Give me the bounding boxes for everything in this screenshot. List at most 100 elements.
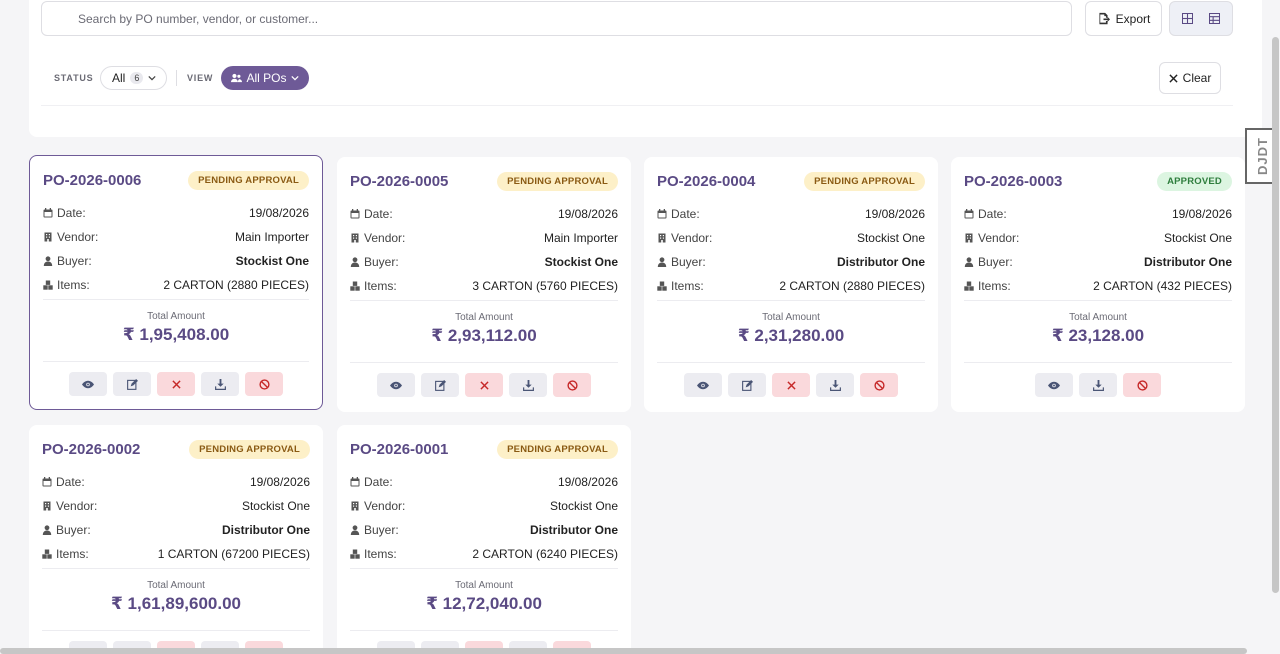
- export-button[interactable]: Export: [1085, 1, 1162, 36]
- buyer-value: Distributor One: [836, 255, 925, 269]
- card-actions: [964, 362, 1232, 397]
- search-input[interactable]: [42, 2, 1071, 35]
- po-card[interactable]: PO-2026-0001 PENDING APPROVAL Date: 19/0…: [337, 425, 631, 654]
- boxes-icon: [350, 549, 360, 559]
- po-card[interactable]: PO-2026-0005 PENDING APPROVAL Date: 19/0…: [337, 157, 631, 412]
- close-icon: [1169, 73, 1178, 83]
- po-items-row: Items: 2 CARTON (432 PIECES): [964, 274, 1232, 298]
- clear-filters-button[interactable]: Clear: [1159, 62, 1221, 94]
- items-label: Items:: [57, 278, 90, 292]
- po-details: Date: 19/08/2026 Vendor: Stockist One Bu…: [350, 470, 618, 566]
- po-number[interactable]: PO-2026-0005: [350, 173, 448, 190]
- vertical-scrollbar[interactable]: [1272, 37, 1279, 593]
- view-button[interactable]: [1035, 373, 1073, 397]
- po-number[interactable]: PO-2026-0004: [657, 173, 755, 190]
- calendar-icon: [964, 209, 974, 219]
- search-box[interactable]: [41, 1, 1072, 36]
- po-number[interactable]: PO-2026-0001: [350, 441, 448, 458]
- po-card[interactable]: PO-2026-0002 PENDING APPROVAL Date: 19/0…: [29, 425, 323, 654]
- building-icon: [657, 233, 667, 243]
- eye-icon: [1048, 381, 1060, 390]
- edit-button[interactable]: [113, 372, 151, 396]
- total-section: Total Amount ₹ 2,93,112.00: [350, 300, 618, 346]
- boxes-icon: [964, 281, 974, 291]
- date-value: 19/08/2026: [249, 475, 310, 489]
- reject-button[interactable]: [157, 372, 195, 396]
- date-value: 19/08/2026: [557, 475, 618, 489]
- building-icon: [964, 233, 974, 243]
- users-icon: [231, 73, 243, 83]
- items-value: 2 CARTON (2880 PIECES): [779, 279, 925, 293]
- status-label: STATUS: [54, 73, 94, 83]
- vendor-label: Vendor:: [56, 499, 98, 513]
- divider: [176, 70, 177, 86]
- total-label: Total Amount: [147, 311, 205, 322]
- cancel-button[interactable]: [245, 372, 283, 396]
- user-icon: [350, 257, 360, 267]
- cancel-button[interactable]: [553, 373, 591, 397]
- close-icon: [786, 380, 796, 390]
- po-number[interactable]: PO-2026-0006: [43, 172, 141, 189]
- buyer-label: Buyer:: [56, 523, 91, 537]
- grid-view-icon[interactable]: [1176, 7, 1200, 31]
- table-view-icon[interactable]: [1203, 7, 1227, 31]
- status-filter[interactable]: All 6: [100, 66, 167, 90]
- user-icon: [657, 257, 667, 267]
- view-filter[interactable]: All POs: [221, 66, 309, 90]
- calendar-icon: [350, 477, 360, 487]
- buyer-label: Buyer:: [671, 255, 706, 269]
- view-button[interactable]: [377, 373, 415, 397]
- po-number[interactable]: PO-2026-0002: [42, 441, 140, 458]
- status-value: All: [112, 71, 126, 85]
- download-button[interactable]: [1079, 373, 1117, 397]
- total-label: Total Amount: [455, 312, 513, 323]
- eye-icon: [82, 380, 94, 389]
- horizontal-scrollbar[interactable]: [0, 648, 1247, 654]
- po-date-row: Date: 19/08/2026: [43, 201, 309, 225]
- buyer-label: Buyer:: [364, 255, 399, 269]
- total-label: Total Amount: [455, 580, 513, 591]
- po-card[interactable]: PO-2026-0006 PENDING APPROVAL Date: 19/0…: [29, 155, 323, 410]
- ban-icon: [566, 379, 578, 391]
- po-date-row: Date: 19/08/2026: [350, 470, 618, 494]
- boxes-icon: [657, 281, 667, 291]
- po-details: Date: 19/08/2026 Vendor: Stockist One Bu…: [964, 202, 1232, 298]
- reject-button[interactable]: [465, 373, 503, 397]
- po-number[interactable]: PO-2026-0003: [964, 173, 1062, 190]
- po-details: Date: 19/08/2026 Vendor: Main Importer B…: [43, 201, 309, 297]
- status-count-badge: 6: [130, 72, 144, 84]
- buyer-value: Stockist One: [544, 255, 618, 269]
- download-icon: [522, 379, 534, 391]
- download-button[interactable]: [816, 373, 854, 397]
- ban-icon: [258, 378, 270, 390]
- total-label: Total Amount: [762, 312, 820, 323]
- total-amount: ₹ 23,128.00: [1051, 326, 1145, 345]
- po-card[interactable]: PO-2026-0004 PENDING APPROVAL Date: 19/0…: [644, 157, 938, 412]
- view-button[interactable]: [69, 372, 107, 396]
- vendor-label: Vendor:: [364, 499, 406, 513]
- download-button[interactable]: [509, 373, 547, 397]
- edit-button[interactable]: [421, 373, 459, 397]
- user-icon: [964, 257, 974, 267]
- building-icon: [350, 233, 360, 243]
- download-button[interactable]: [201, 372, 239, 396]
- items-label: Items:: [56, 547, 89, 561]
- total-amount: ₹ 1,95,408.00: [122, 325, 230, 344]
- buyer-value: Distributor One: [1143, 255, 1232, 269]
- view-button[interactable]: [684, 373, 722, 397]
- po-vendor-row: Vendor: Main Importer: [350, 226, 618, 250]
- reject-button[interactable]: [772, 373, 810, 397]
- edit-icon: [434, 379, 446, 391]
- edit-button[interactable]: [728, 373, 766, 397]
- date-value: 19/08/2026: [1171, 207, 1232, 221]
- debug-toolbar-label: DJDT: [1254, 137, 1270, 175]
- calendar-icon: [42, 477, 52, 487]
- po-vendor-row: Vendor: Stockist One: [42, 494, 310, 518]
- edit-icon: [741, 379, 753, 391]
- cancel-button[interactable]: [860, 373, 898, 397]
- buyer-label: Buyer:: [57, 254, 92, 268]
- po-card[interactable]: PO-2026-0003 APPROVED Date: 19/08/2026 V…: [951, 157, 1245, 412]
- cancel-button[interactable]: [1123, 373, 1161, 397]
- po-items-row: Items: 2 CARTON (2880 PIECES): [43, 273, 309, 297]
- vendor-label: Vendor:: [57, 230, 99, 244]
